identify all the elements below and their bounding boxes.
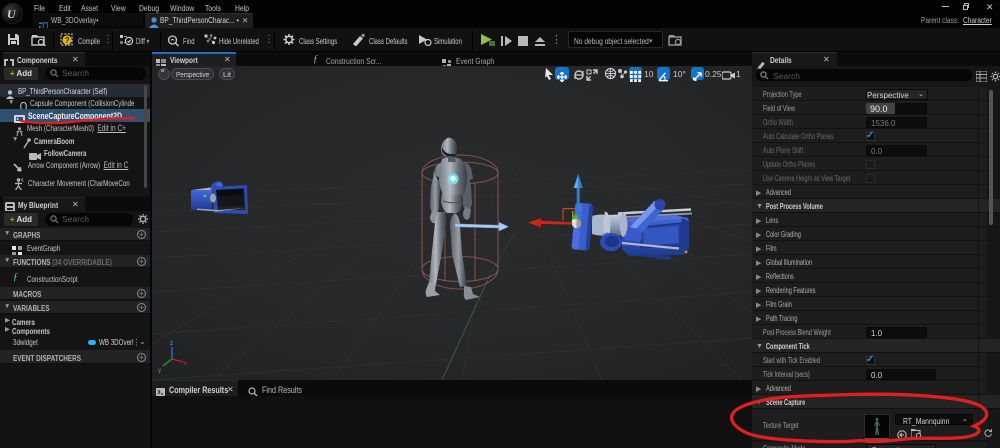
svg-text:y: y — [158, 368, 161, 374]
svg-text:x: x — [184, 361, 187, 367]
svg-text:z: z — [170, 341, 173, 347]
svg-text:?: ? — [65, 36, 70, 45]
